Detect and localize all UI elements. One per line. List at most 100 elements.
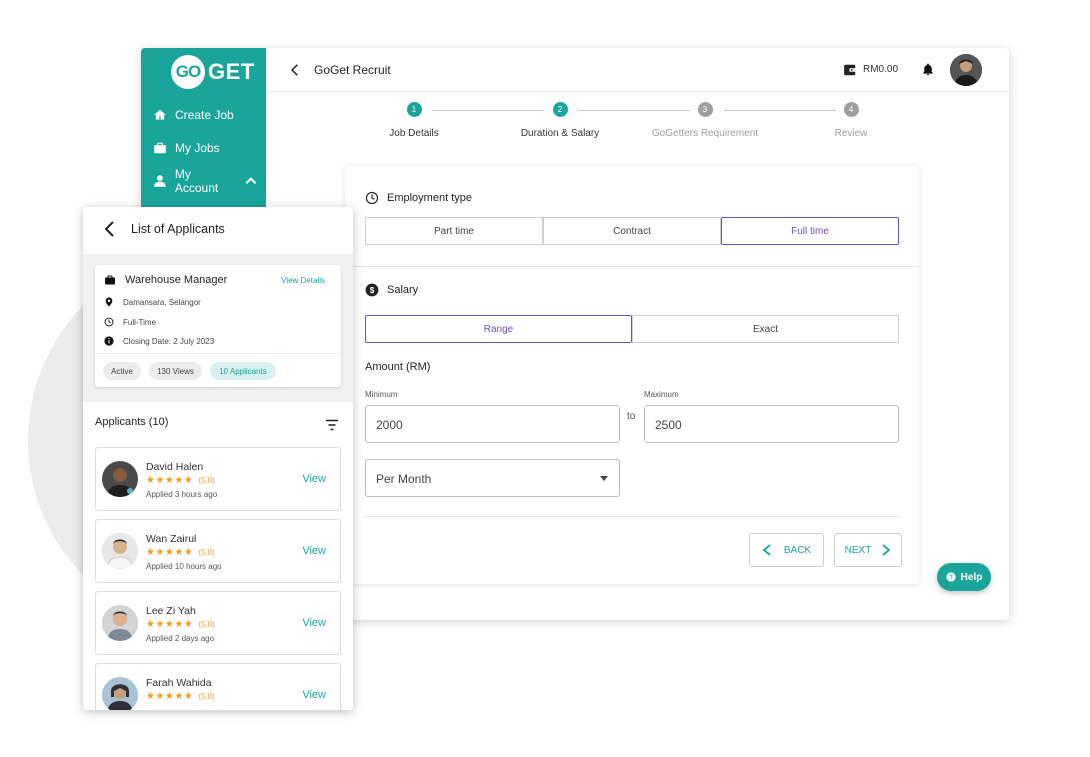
maximum-input[interactable]: 2500: [644, 405, 899, 443]
rating-stars: ★★★★★ (5.0): [146, 547, 215, 558]
applicants-panel: List of Applicants Warehouse Manager Vie…: [83, 207, 353, 710]
step-job-details[interactable]: 1 Job Details: [344, 102, 484, 139]
period-select[interactable]: Per Month: [365, 459, 620, 497]
briefcase-icon: [154, 142, 166, 154]
sidebar-item-create-job[interactable]: Create Job: [153, 105, 234, 125]
sidebar-item-label: My Jobs: [175, 141, 220, 155]
employment-contract[interactable]: Contract: [543, 217, 721, 245]
employment-full-time[interactable]: Full time: [721, 217, 899, 245]
bell-icon[interactable]: [921, 62, 935, 77]
rating-stars: ★★★★★ (5.0): [146, 475, 215, 486]
view-applicant-link[interactable]: View: [302, 617, 326, 629]
question-icon: ?: [946, 572, 956, 582]
step-duration-salary[interactable]: 2 Duration & Salary: [490, 102, 630, 139]
applicants-section: Applicants (10) David Halen ★★★★★ (5.0) A…: [83, 402, 353, 710]
view-applicant-link[interactable]: View: [302, 473, 326, 485]
chevron-left-icon: [762, 544, 771, 556]
applicant-card[interactable]: Wan Zairul ★★★★★ (5.0) Applied 10 hours a…: [95, 519, 341, 583]
applicant-name: Lee Zi Yah: [146, 605, 196, 617]
job-type: Full-Time: [123, 317, 157, 327]
employment-part-time[interactable]: Part time: [365, 217, 543, 245]
user-icon: [154, 175, 166, 187]
step-gogetters-requirement[interactable]: 3 GoGetters Requirement: [635, 102, 775, 139]
svg-text:?: ?: [949, 574, 953, 581]
wallet-amount: RM0.00: [863, 64, 899, 75]
maximum-label: Maximum: [644, 390, 679, 399]
salary-exact-option[interactable]: Exact: [632, 315, 899, 343]
back-label: BACK: [783, 544, 812, 556]
goget-logo[interactable]: GO GET: [171, 54, 255, 90]
views-badge: 130 Views: [149, 362, 202, 380]
step-number: 3: [697, 102, 713, 117]
applicant-avatar: [102, 605, 138, 641]
salary-heading: $ Salary: [365, 283, 418, 297]
view-applicant-link[interactable]: View: [302, 689, 326, 701]
clock-icon: [104, 317, 114, 327]
step-label: Duration & Salary: [520, 128, 600, 139]
view-applicant-link[interactable]: View: [302, 545, 326, 557]
location-pin-icon: [105, 297, 113, 307]
applicant-card[interactable]: Lee Zi Yah ★★★★★ (5.0) Applied 2 days ago…: [95, 591, 341, 655]
logo-get: GET: [208, 59, 255, 84]
step-review[interactable]: 4 Review: [781, 102, 921, 139]
job-title: Warehouse Manager: [125, 274, 228, 286]
job-title-row: Warehouse Manager: [104, 274, 227, 286]
amount-label: Amount (RM): [365, 361, 431, 373]
form-divider: [363, 516, 901, 517]
job-closing-row: Closing Date: 2 July 2023: [104, 336, 214, 346]
applied-time: Applied 3 hours ago: [146, 490, 218, 499]
next-button[interactable]: NEXT: [834, 533, 902, 567]
sidebar-item-my-jobs[interactable]: My Jobs: [153, 138, 220, 158]
briefcase-icon: [105, 275, 115, 285]
page-title: GoGet Recruit: [314, 63, 391, 77]
sidebar-item-label: My Account: [174, 167, 219, 195]
dollar-icon: $: [365, 283, 379, 297]
applied-time: Applied 10 hours ago: [146, 562, 222, 571]
logo-go: GO: [171, 55, 205, 89]
sidebar-item-my-account[interactable]: My Account: [153, 167, 266, 195]
panel-title: List of Applicants: [131, 222, 225, 236]
info-icon: [104, 336, 114, 346]
step-number: 1: [406, 102, 422, 117]
applicant-card[interactable]: David Halen ★★★★★ (5.0) Applied 3 hours a…: [95, 447, 341, 511]
employment-type-heading: Employment type: [365, 191, 472, 205]
back-arrow-icon[interactable]: [103, 221, 115, 237]
filter-icon[interactable]: [325, 419, 339, 431]
status-badge: Active: [103, 362, 141, 380]
job-type-row: Full-Time: [104, 317, 156, 327]
clock-icon: [365, 191, 379, 205]
period-value: Per Month: [376, 472, 432, 486]
section-title: Salary: [387, 284, 419, 296]
step-label: GoGetters Requirement: [651, 128, 759, 139]
user-avatar[interactable]: [950, 54, 982, 86]
home-icon: [154, 109, 166, 120]
view-details-link[interactable]: View Details: [281, 276, 325, 285]
rating-stars: ★★★★★ (5.0): [146, 619, 215, 630]
dropdown-arrow-icon: [600, 476, 608, 481]
step-label: Review: [834, 128, 868, 139]
applied-time: Applied 2 days ago: [146, 634, 215, 643]
step-number: 4: [843, 102, 859, 117]
svg-text:$: $: [370, 286, 375, 295]
wallet-icon[interactable]: [843, 63, 857, 77]
salary-range-option[interactable]: Range: [365, 315, 632, 343]
to-label: to: [627, 411, 636, 422]
applicant-name: Wan Zairul: [146, 533, 197, 545]
applicant-name: David Halen: [146, 461, 204, 473]
applicants-badge[interactable]: 10 Applicants: [210, 362, 276, 380]
panel-header: List of Applicants: [83, 207, 353, 254]
job-closing-date: Closing Date: 2 July 2023: [123, 336, 215, 346]
salary-form: Employment type Part time Contract Full …: [345, 166, 919, 584]
section-title: Employment type: [387, 192, 472, 204]
job-location: Damansara, Selangor: [123, 297, 201, 307]
applicant-name: Farah Wahida: [146, 677, 212, 689]
chevron-up-icon: [245, 177, 257, 185]
applicant-card[interactable]: Farah Wahida ★★★★★ (5.0) View: [95, 663, 341, 710]
back-arrow-icon[interactable]: [288, 62, 302, 78]
job-location-row: Damansara, Selangor: [104, 297, 201, 307]
chevron-right-icon: [882, 544, 891, 556]
back-button[interactable]: BACK: [749, 533, 824, 567]
job-card-divider: [95, 353, 341, 354]
help-button[interactable]: ? Help: [937, 563, 991, 591]
minimum-input[interactable]: 2000: [365, 405, 620, 443]
